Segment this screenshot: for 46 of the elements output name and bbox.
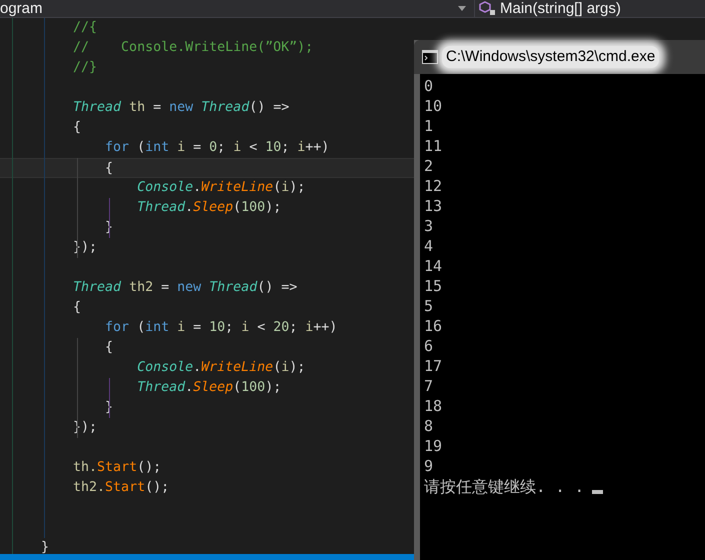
code-line: //} bbox=[72, 60, 98, 75]
console-line: 14 bbox=[424, 256, 442, 276]
console-line: 请按任意键继续. . . bbox=[424, 476, 584, 498]
console-line: 18 bbox=[424, 396, 442, 416]
caret-icon bbox=[458, 6, 466, 11]
code-line: Console.WriteLine(i); bbox=[136, 180, 306, 195]
console-line: 3 bbox=[424, 216, 434, 236]
console-line: 0 bbox=[424, 76, 434, 96]
console-line: 4 bbox=[424, 236, 434, 256]
console-line: 12 bbox=[424, 176, 442, 196]
code-line: } bbox=[41, 540, 50, 555]
console-line: 5 bbox=[424, 296, 434, 316]
code-line: Thread th = new Thread() => bbox=[72, 100, 290, 115]
console-line: 8 bbox=[424, 416, 434, 436]
text-cursor bbox=[592, 490, 604, 494]
code-line: Thread.Sleep(100); bbox=[136, 200, 282, 215]
code-line: // Console.WriteLine(”OK”); bbox=[72, 40, 314, 55]
code-line: Thread.Sleep(100); bbox=[136, 380, 282, 395]
console-line: 6 bbox=[424, 336, 434, 356]
console-line: 10 bbox=[424, 96, 442, 116]
code-line: { bbox=[72, 300, 82, 315]
console-line: 17 bbox=[424, 356, 442, 376]
code-line: { bbox=[72, 120, 82, 135]
console-line: 2 bbox=[424, 156, 434, 176]
console-icon bbox=[422, 50, 438, 64]
window-title: C:\Windows\system32\cmd.exe bbox=[442, 46, 660, 68]
file-dropdown[interactable]: ogram bbox=[0, 0, 475, 17]
console-line: 9 bbox=[424, 456, 434, 476]
console-line: 16 bbox=[424, 316, 442, 336]
code-line: Thread th2 = new Thread() => bbox=[72, 280, 298, 295]
member-dropdown[interactable]: Main(string[] args) bbox=[475, 0, 621, 17]
code-line: //{ bbox=[72, 20, 98, 35]
code-line: { bbox=[104, 340, 114, 355]
code-line: Console.WriteLine(i); bbox=[136, 360, 306, 375]
console-line: 7 bbox=[424, 376, 434, 396]
console-line: 11 bbox=[424, 136, 442, 156]
code-line: th2.Start(); bbox=[72, 480, 170, 495]
console-line: 15 bbox=[424, 276, 442, 296]
code-line: for (int i = 10; i < 20; i++) bbox=[104, 320, 338, 335]
method-cube-icon bbox=[479, 1, 497, 16]
console-line: 1 bbox=[424, 116, 434, 136]
console-line: 19 bbox=[424, 436, 442, 456]
code-line: { bbox=[104, 161, 114, 176]
code-line: th.Start(); bbox=[72, 460, 162, 475]
code-line: for (int i = 0; i < 10; i++) bbox=[104, 140, 330, 155]
console-line: 13 bbox=[424, 196, 442, 216]
